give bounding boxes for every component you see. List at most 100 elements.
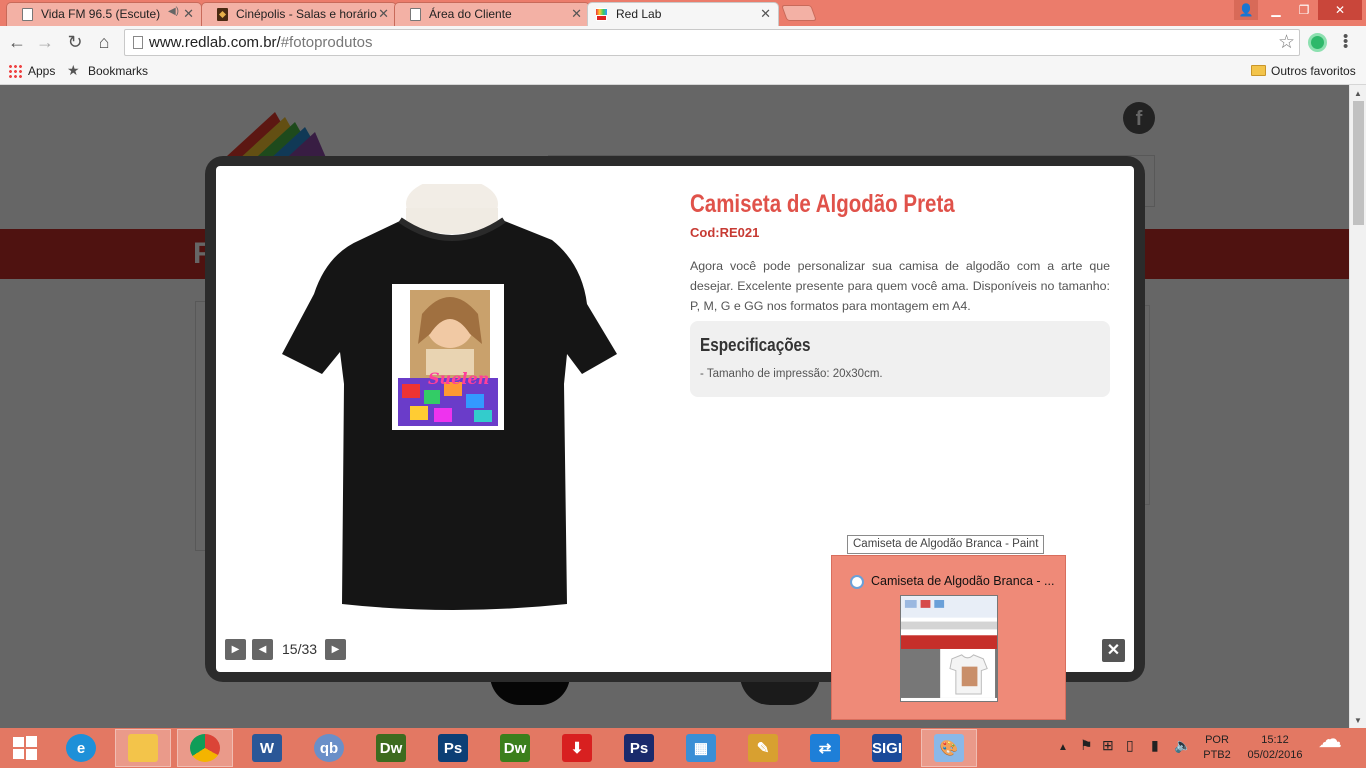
tab-label: Red Lab [616,7,662,21]
home-icon[interactable]: ⌂ [93,31,115,53]
restore-icon[interactable]: ❐ [1290,0,1318,20]
close-tab-icon[interactable]: ✕ [571,6,582,22]
close-tab-icon[interactable]: ✕ [183,6,194,22]
forward-icon[interactable]: → [34,31,56,53]
tab-vida-fm[interactable]: Vida FM 96.5 (Escute) ◀) ✕ [6,2,202,26]
new-tab-button[interactable] [781,5,817,21]
tool-icon: ✎ [748,734,778,762]
spec-text: - Tamanho de impressão: 20x30cm. [700,368,883,380]
word-icon: W [252,734,282,762]
next-button[interactable]: ▶ [325,639,346,660]
menu-icon[interactable]: • • • [1343,29,1357,54]
taskbar-window-preview[interactable]: Camiseta de Algodão Branca - ... [831,555,1066,720]
page-scrollbar[interactable]: ▲ ▼ [1349,85,1366,728]
clock[interactable]: 15:12 05/02/2016 [1242,733,1308,763]
apps-icon[interactable] [8,64,22,78]
taskbar-app-button[interactable]: ✎ [735,729,791,767]
taskbar-app-button[interactable]: W [239,729,295,767]
tab-area-cliente[interactable]: Área do Cliente ✕ [394,2,590,26]
reload-icon[interactable]: ↻ [64,31,86,53]
tab-label: Área do Cliente [429,7,512,21]
product-description: Agora você pode personalizar sua camisa … [690,259,1110,313]
product-title: Camiseta de Algodão Preta [690,190,955,218]
network-icon: ▦ [686,734,716,762]
teamviewer-icon: ⇄ [810,734,840,762]
notification-icon[interactable]: ☁ [1318,728,1342,752]
bookmarks-link[interactable]: Bookmarks [88,64,148,78]
dreamweaver-icon: Dw [376,734,406,762]
taskbar-app-button[interactable]: qb [301,729,357,767]
language-indicator[interactable]: POR PTB2 [1200,733,1234,763]
prev-icon: ◀ [258,644,267,655]
taskbar-app-button[interactable]: ▦ [673,729,729,767]
lang-top: POR [1205,734,1229,746]
apps-link[interactable]: Apps [28,64,55,78]
sigi-icon: SIGI [872,734,902,762]
windows-update-icon[interactable]: ⊞ [1102,738,1114,753]
user-icon[interactable]: 👤 [1234,0,1258,20]
redlab-icon [596,8,607,21]
lang-bottom: PTB2 [1203,749,1231,761]
clock-date: 05/02/2016 [1247,749,1303,761]
photoshop-icon: Ps [438,734,468,762]
volume-icon[interactable]: 🔈 [1174,738,1191,753]
address-bar[interactable]: www.redlab.com.br/#fotoprodutos ☆ [124,29,1300,56]
preview-title: Camiseta de Algodão Branca - ... [871,574,1055,588]
close-tab-icon[interactable]: ✕ [378,6,389,22]
cinepolis-icon [217,8,228,21]
taskbar-app-button[interactable]: Dw [487,729,543,767]
taskbar-app-button[interactable]: Ps [425,729,481,767]
scroll-up-icon[interactable]: ▲ [1354,89,1362,98]
close-tab-icon[interactable]: ✕ [760,6,771,22]
taskbar-app-button[interactable]: e [53,729,109,767]
tab-label: Vida FM 96.5 (Escute) [41,7,161,21]
product-code: Cod:RE021 [690,225,760,240]
tab-cinepolis[interactable]: Cinépolis - Salas e horário ✕ [201,2,397,26]
url-text: www.redlab.com.br/#fotoprodutos [149,34,373,51]
taskbar-app-button[interactable]: ⬇ [549,729,605,767]
clock-time: 15:12 [1261,734,1289,746]
taskbar-app-button[interactable] [115,729,171,767]
product-image: Suelen [282,184,617,610]
prev-button[interactable]: ◀ [252,639,273,660]
file-explorer-icon [128,734,158,762]
qb-icon: qb [314,734,344,762]
close-window-icon[interactable]: ✕ [1318,0,1362,20]
browser-toolbar: ← → ↻ ⌂ www.redlab.com.br/#fotoprodutos … [0,26,1366,59]
dreamweaver-2-icon: Dw [500,734,530,762]
taskbar-app-button[interactable] [177,729,233,767]
taskbar-app-button[interactable]: Dw [363,729,419,767]
taskbar-app-button[interactable]: ⇄ [797,729,853,767]
shirt-print-text: Suelen [428,369,489,388]
speaker-icon[interactable]: ◀) [168,6,179,17]
extension-icon[interactable] [1308,33,1327,52]
bookmarks-bar: Apps ★ Bookmarks Outros favoritos [0,59,1366,85]
start-button[interactable] [0,729,50,767]
paint-icon [850,575,864,589]
taskbar-app-button[interactable]: 🎨 [921,729,977,767]
next-icon: ▶ [331,644,340,655]
flag-icon[interactable]: ⚑ [1080,738,1093,753]
bookmark-star-icon[interactable]: ☆ [1278,31,1295,54]
taskbar-app-button[interactable]: SIGI [859,729,915,767]
scrollbar-thumb[interactable] [1353,101,1364,225]
show-hidden-icons[interactable]: ▲ [1058,740,1068,755]
close-lightbox-button[interactable]: ✕ [1102,639,1125,662]
preview-thumbnail[interactable] [900,595,998,702]
minimize-icon[interactable]: ▁ [1262,0,1290,20]
scroll-down-icon[interactable]: ▼ [1354,716,1362,725]
close-icon: ✕ [1106,642,1121,659]
back-icon[interactable]: ← [6,31,28,53]
paint-icon: 🎨 [934,734,964,762]
play-button[interactable]: ▶ [225,639,246,660]
battery-icon[interactable]: ▯ [1126,738,1134,753]
windows-icon [13,736,37,760]
page-icon [410,8,421,21]
taskbar-tooltip: Camiseta de Algodão Branca - Paint [847,535,1045,554]
other-bookmarks[interactable]: Outros favoritos [1251,64,1356,78]
tab-red-lab[interactable]: Red Lab ✕ [587,2,779,27]
signal-icon[interactable]: ▮ [1151,738,1159,753]
page-icon [22,8,33,21]
taskbar-app-button[interactable]: Ps [611,729,667,767]
page-icon [133,36,143,49]
